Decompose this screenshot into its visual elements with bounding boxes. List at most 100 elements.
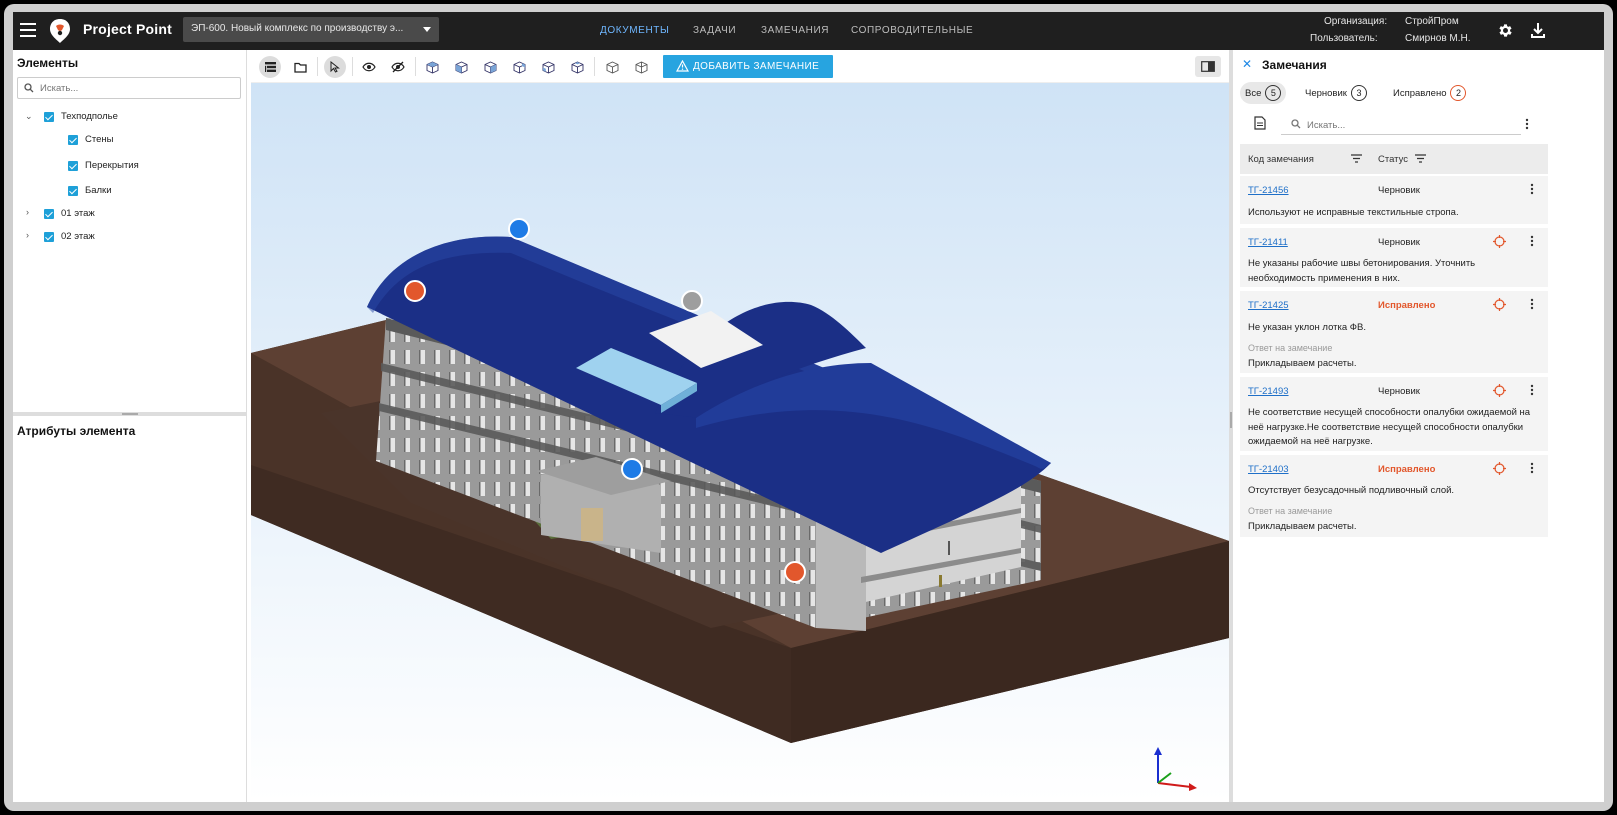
add-issue-button[interactable]: ДОБАВИТЬ ЗАМЕЧАНИЕ <box>663 55 833 78</box>
checkbox-walls[interactable] <box>68 135 78 145</box>
issue-card[interactable]: ТГ-21425 Исправлено Не указан уклон лотк… <box>1240 291 1548 375</box>
issue-code-link[interactable]: ТГ-21493 <box>1248 386 1289 397</box>
cube-view-4-icon[interactable] <box>508 56 530 78</box>
nav-accompanying[interactable]: СОПРОВОДИТЕЛЬНЫЕ <box>851 25 973 36</box>
issue-code-link[interactable]: ТГ-21456 <box>1248 185 1289 196</box>
issue-marker[interactable] <box>508 218 530 240</box>
issues-search-input[interactable] <box>1307 118 1507 132</box>
chevron-right-icon[interactable]: › <box>26 230 29 240</box>
locate-target-icon[interactable] <box>1493 384 1506 397</box>
3d-viewport[interactable] <box>251 83 1229 802</box>
cube-view-6-icon[interactable] <box>566 56 588 78</box>
download-icon[interactable] <box>1530 22 1546 39</box>
document-icon[interactable] <box>1254 116 1266 130</box>
layers-icon[interactable] <box>259 56 281 78</box>
tab-all[interactable]: Все 5 <box>1240 82 1287 104</box>
issue-status: Черновик <box>1378 237 1420 248</box>
issue-status: Исправлено <box>1378 464 1436 475</box>
issue-code-link[interactable]: ТГ-21411 <box>1248 237 1288 248</box>
folder-icon[interactable] <box>289 56 311 78</box>
nav-documents[interactable]: ДОКУМЕНТЫ <box>600 25 669 36</box>
issue-marker[interactable] <box>621 458 643 480</box>
tree-item-label[interactable]: 02 этаж <box>61 231 95 245</box>
issue-status: Черновик <box>1378 185 1420 196</box>
issue-description: Используют не исправные текстильные стро… <box>1248 207 1459 218</box>
warning-icon <box>676 60 689 72</box>
model-viewer: ДОБАВИТЬ ЗАМЕЧАНИЕ <box>251 50 1229 802</box>
issue-code-link[interactable]: ТГ-21403 <box>1248 464 1289 475</box>
issue-marker[interactable] <box>404 280 426 302</box>
section-box-icon[interactable] <box>601 56 623 78</box>
tab-fixed[interactable]: Исправлено 2 <box>1388 82 1471 104</box>
issue-card[interactable]: ТГ-21403 Исправлено Отсутствует безусадо… <box>1240 455 1548 539</box>
reply-label: Ответ на замечание <box>1248 506 1333 516</box>
locate-target-icon[interactable] <box>1493 298 1506 311</box>
issue-description: Не указан уклон лотка ФВ. <box>1248 322 1366 333</box>
tab-draft[interactable]: Черновик 3 <box>1300 82 1372 104</box>
org-label: Организация: <box>1324 16 1388 27</box>
gear-icon[interactable] <box>1497 22 1514 39</box>
project-select[interactable]: ЭП-600. Новый комплекс по производству э… <box>183 17 439 42</box>
menu-icon[interactable] <box>20 23 36 37</box>
issue-card[interactable]: ТГ-21456 Черновик Используют не исправны… <box>1240 176 1548 226</box>
checkbox-techpodpolye[interactable] <box>44 112 54 122</box>
checkbox-floors[interactable] <box>68 161 78 171</box>
app-logo-icon <box>50 19 70 43</box>
locate-target-icon[interactable] <box>1493 462 1506 475</box>
user-value: Смирнов М.Н. <box>1405 33 1471 44</box>
nav-tasks[interactable]: ЗАДАЧИ <box>693 25 736 36</box>
column-code: Код замечания <box>1248 154 1314 165</box>
select-cursor-icon[interactable] <box>324 56 346 78</box>
tree-item-label[interactable]: Стены <box>85 134 113 148</box>
search-icon <box>1291 119 1301 129</box>
issues-search[interactable] <box>1281 115 1521 135</box>
panel-resize-handle[interactable] <box>13 412 247 416</box>
nav-issues[interactable]: ЗАМЕЧАНИЯ <box>761 25 829 36</box>
app-brand: Project Point <box>83 21 172 37</box>
section-plane-icon[interactable] <box>630 56 652 78</box>
project-select-value: ЭП-600. Новый комплекс по производству э… <box>191 23 404 34</box>
show-icon[interactable] <box>358 56 380 78</box>
more-vert-icon[interactable] <box>1530 384 1534 396</box>
locate-target-icon[interactable] <box>1493 235 1506 248</box>
tree-item-label[interactable]: Перекрытия <box>85 160 139 174</box>
more-vert-icon[interactable] <box>1525 118 1529 130</box>
chevron-down-icon[interactable]: ⌄ <box>25 111 33 122</box>
more-vert-icon[interactable] <box>1530 462 1534 474</box>
hide-icon[interactable] <box>387 56 409 78</box>
issue-reply: Прикладываем расчеты. <box>1248 521 1357 532</box>
checkbox-floor-01[interactable] <box>44 209 54 219</box>
panel-layout-icon[interactable] <box>1195 56 1221 77</box>
cube-view-3-icon[interactable] <box>479 56 501 78</box>
issue-card[interactable]: ТГ-21411 Черновик Не указаны рабочие швы… <box>1240 228 1548 289</box>
cube-view-1-icon[interactable] <box>421 56 443 78</box>
tree-item-label[interactable]: 01 этаж <box>61 208 95 222</box>
issue-description: Не соответствие несущей способности опал… <box>1248 407 1531 447</box>
more-vert-icon[interactable] <box>1530 235 1534 247</box>
issue-marker[interactable] <box>784 561 806 583</box>
checkbox-beams[interactable] <box>68 186 78 196</box>
issue-marker[interactable] <box>681 290 703 312</box>
checkbox-floor-02[interactable] <box>44 232 54 242</box>
chevron-right-icon[interactable]: › <box>26 207 29 217</box>
reply-label: Ответ на замечание <box>1248 343 1333 353</box>
viewer-toolbar: ДОБАВИТЬ ЗАМЕЧАНИЕ <box>251 50 1229 83</box>
top-bar: Project Point ЭП-600. Новый комплекс по … <box>13 12 1604 50</box>
tree-item-label[interactable]: Балки <box>85 185 112 199</box>
more-vert-icon[interactable] <box>1530 183 1534 195</box>
issue-description: Не указаны рабочие швы бетонирования. Ут… <box>1248 258 1476 284</box>
close-icon[interactable]: ✕ <box>1242 57 1252 71</box>
org-value: СтройПром <box>1405 16 1459 27</box>
filter-icon[interactable] <box>1351 154 1362 163</box>
elements-panel: Элементы ⌄ Техподполье Стены Перекрытия … <box>13 50 247 802</box>
issues-title: Замечания <box>1262 58 1327 72</box>
cube-view-5-icon[interactable] <box>537 56 559 78</box>
more-vert-icon[interactable] <box>1530 298 1534 310</box>
elements-search[interactable] <box>17 77 241 99</box>
filter-icon[interactable] <box>1415 154 1426 163</box>
issue-code-link[interactable]: ТГ-21425 <box>1248 300 1289 311</box>
elements-search-input[interactable] <box>40 81 235 96</box>
tree-item-label[interactable]: Техподполье <box>61 111 118 125</box>
issue-card[interactable]: ТГ-21493 Черновик Не соответствие несуще… <box>1240 377 1548 453</box>
cube-view-2-icon[interactable] <box>450 56 472 78</box>
